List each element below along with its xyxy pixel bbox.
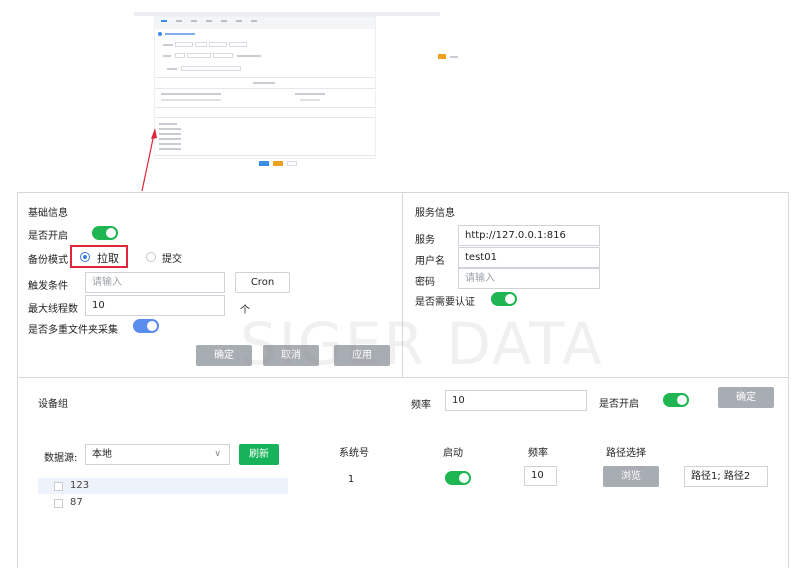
- pull-radio[interactable]: [80, 252, 90, 262]
- service-url-input[interactable]: http://127.0.0.1:816: [458, 225, 600, 246]
- column-system: 系统号: [339, 448, 369, 459]
- device-freq-input[interactable]: 10: [445, 390, 587, 411]
- username-input[interactable]: test01: [458, 247, 600, 268]
- enable-toggle[interactable]: [92, 226, 118, 240]
- service-label: 服务: [415, 235, 435, 246]
- row-system-value: 1: [347, 474, 355, 485]
- apply-button[interactable]: 应用: [334, 345, 390, 366]
- trigger-input[interactable]: 请输入: [85, 272, 225, 293]
- device-enable-toggle[interactable]: [663, 393, 689, 407]
- multi-folder-toggle[interactable]: [133, 319, 159, 333]
- row-start-toggle[interactable]: [445, 471, 471, 485]
- preview-thumbnail: [134, 12, 458, 166]
- column-path: 路径选择: [606, 448, 646, 459]
- max-threads-input[interactable]: 10: [85, 295, 225, 316]
- service-info-panel: 服务信息 服务 http://127.0.0.1:816 用户名 test01 …: [402, 192, 789, 378]
- trigger-label: 触发条件: [28, 281, 68, 292]
- tree-item[interactable]: 123: [38, 478, 288, 494]
- backup-mode-label: 备份模式: [28, 255, 68, 266]
- paths-input[interactable]: 路径1; 路径2: [684, 466, 768, 487]
- datasource-value: 本地: [92, 449, 112, 460]
- row-freq-input[interactable]: 10: [524, 466, 557, 486]
- password-label: 密码: [415, 277, 435, 288]
- threads-unit: 个: [240, 305, 250, 316]
- device-group-title: 设备组: [38, 399, 68, 410]
- max-threads-label: 最大线程数: [28, 304, 78, 315]
- auth-label: 是否需要认证: [415, 297, 475, 308]
- basic-info-title: 基础信息: [28, 208, 68, 219]
- browse-button[interactable]: 浏览: [603, 466, 659, 487]
- cron-button[interactable]: Cron: [235, 272, 290, 293]
- tree-item-label: 87: [70, 497, 83, 508]
- datasource-label: 数据源:: [44, 453, 78, 464]
- enable-label: 是否开启: [28, 231, 68, 242]
- tree-item[interactable]: 87: [38, 495, 288, 511]
- thumbnail-orange-mark: [438, 54, 446, 59]
- refresh-button[interactable]: 刷新: [239, 444, 279, 465]
- username-label: 用户名: [415, 256, 445, 267]
- password-input[interactable]: 请输入: [458, 268, 600, 289]
- push-radio[interactable]: [146, 252, 156, 262]
- datasource-select[interactable]: 本地 ∨: [85, 444, 230, 465]
- device-enable-label: 是否开启: [599, 399, 639, 410]
- basic-info-panel: 基础信息 是否开启 备份模式 拉取 提交 触发条件 请输入 Cron 最大线程数…: [17, 192, 403, 378]
- device-confirm-button[interactable]: 确定: [718, 387, 774, 408]
- multi-folder-label: 是否多重文件夹采集: [28, 325, 118, 336]
- column-freq: 频率: [528, 448, 548, 459]
- auth-toggle[interactable]: [491, 292, 517, 306]
- thumbnail-window: [154, 16, 376, 166]
- tree-item-label: 123: [70, 480, 90, 491]
- push-label[interactable]: 提交: [162, 250, 182, 265]
- tree-checkbox[interactable]: [54, 482, 63, 491]
- thumbnail-tabs: [155, 17, 375, 29]
- thumbnail-dot: [158, 32, 162, 36]
- device-group-panel: 设备组 频率 10 是否开启 确定 数据源: 本地 ∨ 刷新 123 87 系统…: [17, 377, 789, 568]
- confirm-button[interactable]: 确定: [196, 345, 252, 366]
- service-info-title: 服务信息: [415, 208, 455, 219]
- column-start: 启动: [443, 448, 463, 459]
- device-freq-label: 频率: [411, 400, 431, 411]
- tree-checkbox[interactable]: [54, 499, 63, 508]
- chevron-down-icon: ∨: [214, 449, 221, 459]
- cancel-button[interactable]: 取消: [263, 345, 319, 366]
- pull-label[interactable]: 拉取: [97, 250, 119, 266]
